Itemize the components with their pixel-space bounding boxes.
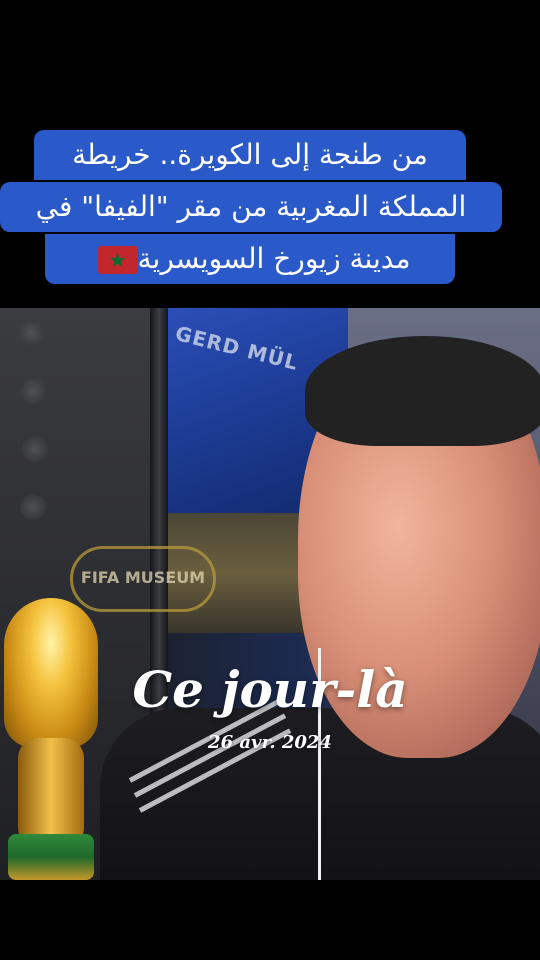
caption-line-3: مدينة زيورخ السويسرية [45, 234, 455, 284]
display-screen-text: GERD MÜL [172, 321, 301, 375]
video-frame[interactable]: من طنجة إلى الكويرة.. خريطة المملكة المغ… [0, 0, 540, 960]
video-scene: GERD MÜL FIFA MUSEUM [0, 308, 540, 880]
morocco-flag-icon [97, 246, 138, 274]
wall-light [20, 378, 46, 404]
wall-light [20, 494, 46, 520]
caption-line-2: المملكة المغربية من مقر "الفيفا" في [0, 182, 502, 232]
caption-line-2-text: المملكة المغربية من مقر "الفيفا" في [35, 190, 467, 223]
caption-line-1-text: من طنجة إلى الكويرة.. خريطة [72, 138, 428, 171]
wall-light [18, 320, 44, 346]
trophy-base [8, 834, 94, 880]
wall-light [22, 436, 48, 462]
person-hair [305, 336, 540, 446]
memory-date: 26 avr. 2024 [208, 732, 332, 753]
caption-line-1: من طنجة إلى الكويرة.. خريطة [34, 130, 466, 180]
caption-line-3-text: مدينة زيورخ السويسرية [137, 242, 411, 275]
memory-title: Ce jour-là [132, 660, 408, 719]
